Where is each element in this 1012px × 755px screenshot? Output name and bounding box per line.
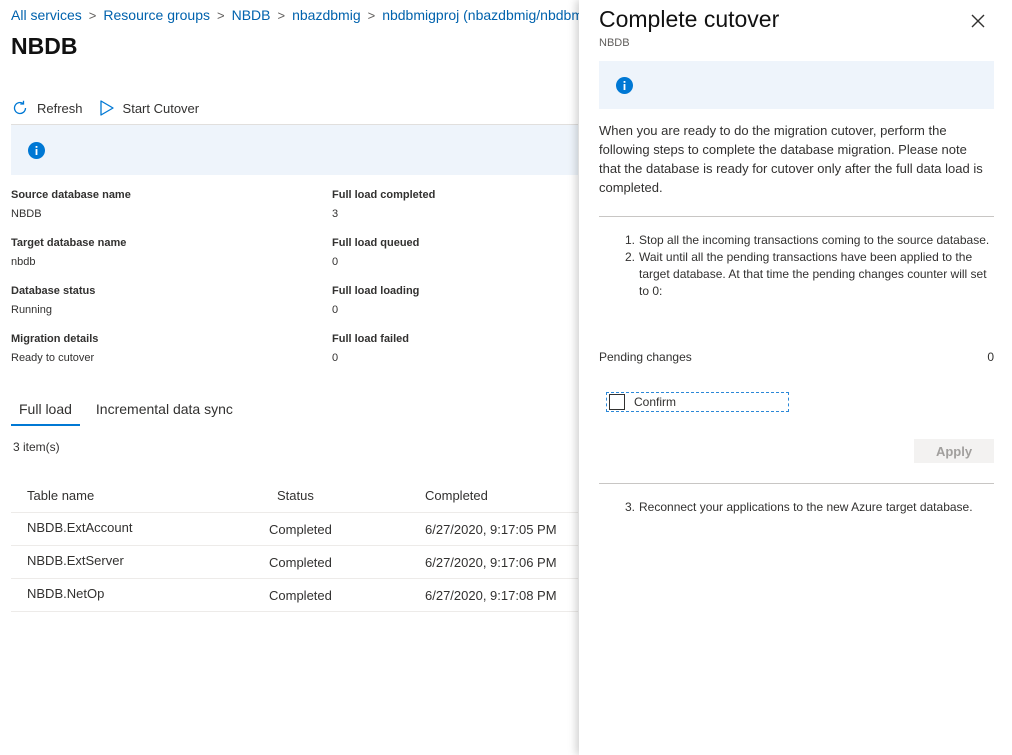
step-number: 1. (625, 233, 636, 247)
close-icon[interactable] (969, 12, 987, 30)
step-text: Wait until all the pending transactions … (639, 250, 987, 298)
cell-table-name: NBDB.ExtAccount (27, 520, 133, 535)
prop-full-load-failed: Full load failed 0 (332, 333, 409, 364)
step-number: 3. (625, 500, 636, 514)
prop-value: 3 (332, 208, 339, 220)
checkbox-box[interactable] (609, 394, 625, 410)
cutover-step-3: 3. Reconnect your applications to the ne… (609, 499, 994, 516)
table-row[interactable]: NBDB.ExtServer Completed 6/27/2020, 9:17… (11, 546, 578, 579)
chevron-right-icon: > (88, 8, 97, 23)
blade-info-banner (599, 61, 994, 109)
breadcrumb: All services > Resource groups > NBDB > nbazdb… (11, 7, 583, 23)
prop-value: NBDB (11, 208, 42, 220)
blade-subtitle: NBDB (599, 37, 630, 49)
prop-full-load-loading: Full load loading 0 (332, 285, 419, 316)
chevron-right-icon: > (277, 8, 286, 23)
column-header-table-name[interactable]: Table name (27, 488, 94, 503)
prop-value: nbdb (11, 256, 36, 268)
prop-full-load-completed: Full load completed 3 (332, 189, 435, 220)
tab-incremental-data-sync[interactable]: Incremental data sync (88, 398, 241, 426)
cell-status: Completed (269, 588, 332, 603)
divider (599, 483, 994, 484)
table-row[interactable]: NBDB.ExtAccount Completed 6/27/2020, 9:1… (11, 513, 578, 546)
blade-title: Complete cutover (599, 6, 780, 32)
prop-database-status: Database status Running (11, 285, 95, 316)
prop-value: 0 (332, 304, 339, 316)
prop-label: Full load queued (332, 237, 420, 249)
prop-label: Full load loading (332, 285, 420, 297)
cell-completed: 6/27/2020, 9:17:08 PM (425, 588, 557, 603)
cell-status: Completed (269, 522, 332, 537)
cell-completed: 6/27/2020, 9:17:06 PM (425, 555, 557, 570)
prop-value: Running (11, 304, 52, 316)
info-icon (616, 77, 633, 94)
start-cutover-label: Start Cutover (122, 100, 200, 116)
prop-full-load-queued: Full load queued 0 (332, 237, 419, 268)
breadcrumb-all-services[interactable]: All services (11, 7, 82, 23)
item-count: 3 item(s) (13, 440, 60, 454)
cutover-steps: 1. Stop all the incoming transactions co… (609, 232, 994, 300)
step-item: 2. Wait until all the pending transactio… (609, 249, 994, 300)
prop-label: Source database name (11, 189, 131, 201)
pending-changes-value: 0 (987, 350, 994, 364)
step-text: Reconnect your applications to the new A… (639, 500, 973, 514)
prop-value: 0 (332, 256, 339, 268)
breadcrumb-nbdb[interactable]: NBDB (232, 7, 271, 23)
prop-value: 0 (332, 352, 339, 364)
tab-full-load[interactable]: Full load (11, 398, 80, 426)
breadcrumb-resource-groups[interactable]: Resource groups (103, 7, 210, 23)
pending-changes-label: Pending changes (599, 350, 692, 364)
prop-migration-details: Migration details Ready to cutover (11, 333, 98, 364)
command-bar: Refresh Start Cutover (11, 95, 215, 121)
cutover-description: When you are ready to do the migration c… (599, 123, 983, 195)
play-icon (99, 100, 114, 116)
column-header-completed[interactable]: Completed (425, 488, 488, 503)
step-number: 2. (625, 250, 636, 264)
info-icon (28, 142, 45, 159)
apply-button[interactable]: Apply (914, 439, 994, 463)
pending-changes-row: Pending changes 0 (599, 350, 994, 364)
prop-label: Target database name (11, 237, 127, 249)
confirm-label: Confirm (634, 395, 677, 409)
divider (599, 216, 994, 217)
breadcrumb-nbdbmigproj[interactable]: nbdbmigproj (nbazdbmig/nbdbm (382, 7, 583, 23)
cell-completed: 6/27/2020, 9:17:05 PM (425, 522, 557, 537)
step-item: 3. Reconnect your applications to the ne… (609, 499, 994, 516)
prop-value: Ready to cutover (11, 352, 95, 364)
column-header-status[interactable]: Status (277, 488, 314, 503)
prop-source-database-name: Source database name NBDB (11, 189, 131, 220)
table-header-row: Table name Status Completed (11, 480, 578, 513)
step-text: Stop all the incoming transactions comin… (639, 233, 990, 247)
refresh-button[interactable]: Refresh (11, 99, 83, 117)
prop-label: Full load failed (332, 333, 410, 345)
refresh-label: Refresh (37, 100, 83, 116)
complete-cutover-blade: Complete cutover NBDB When you are ready… (579, 0, 1012, 755)
prop-label: Migration details (11, 333, 99, 345)
cell-table-name: NBDB.ExtServer (27, 553, 124, 568)
tables-grid: Table name Status Completed NBDB.ExtAcco… (11, 480, 578, 612)
prop-label: Database status (11, 285, 96, 297)
chevron-right-icon: > (217, 8, 225, 23)
refresh-icon (13, 100, 27, 115)
confirm-checkbox[interactable]: Confirm (606, 392, 789, 412)
start-cutover-button[interactable]: Start Cutover (99, 99, 200, 117)
prop-target-database-name: Target database name nbdb (11, 237, 126, 268)
cell-table-name: NBDB.NetOp (27, 586, 105, 601)
prop-label: Full load completed (332, 189, 436, 201)
tab-strip: Full load Incremental data sync (11, 398, 249, 426)
step-item: 1. Stop all the incoming transactions co… (609, 232, 994, 249)
info-banner (11, 125, 578, 175)
table-row[interactable]: NBDB.NetOp Completed 6/27/2020, 9:17:08 … (11, 579, 578, 612)
chevron-right-icon: > (367, 8, 376, 23)
cell-status: Completed (269, 555, 332, 570)
page-title: NBDB (11, 33, 78, 59)
breadcrumb-nbazdbmig[interactable]: nbazdbmig (292, 7, 361, 23)
